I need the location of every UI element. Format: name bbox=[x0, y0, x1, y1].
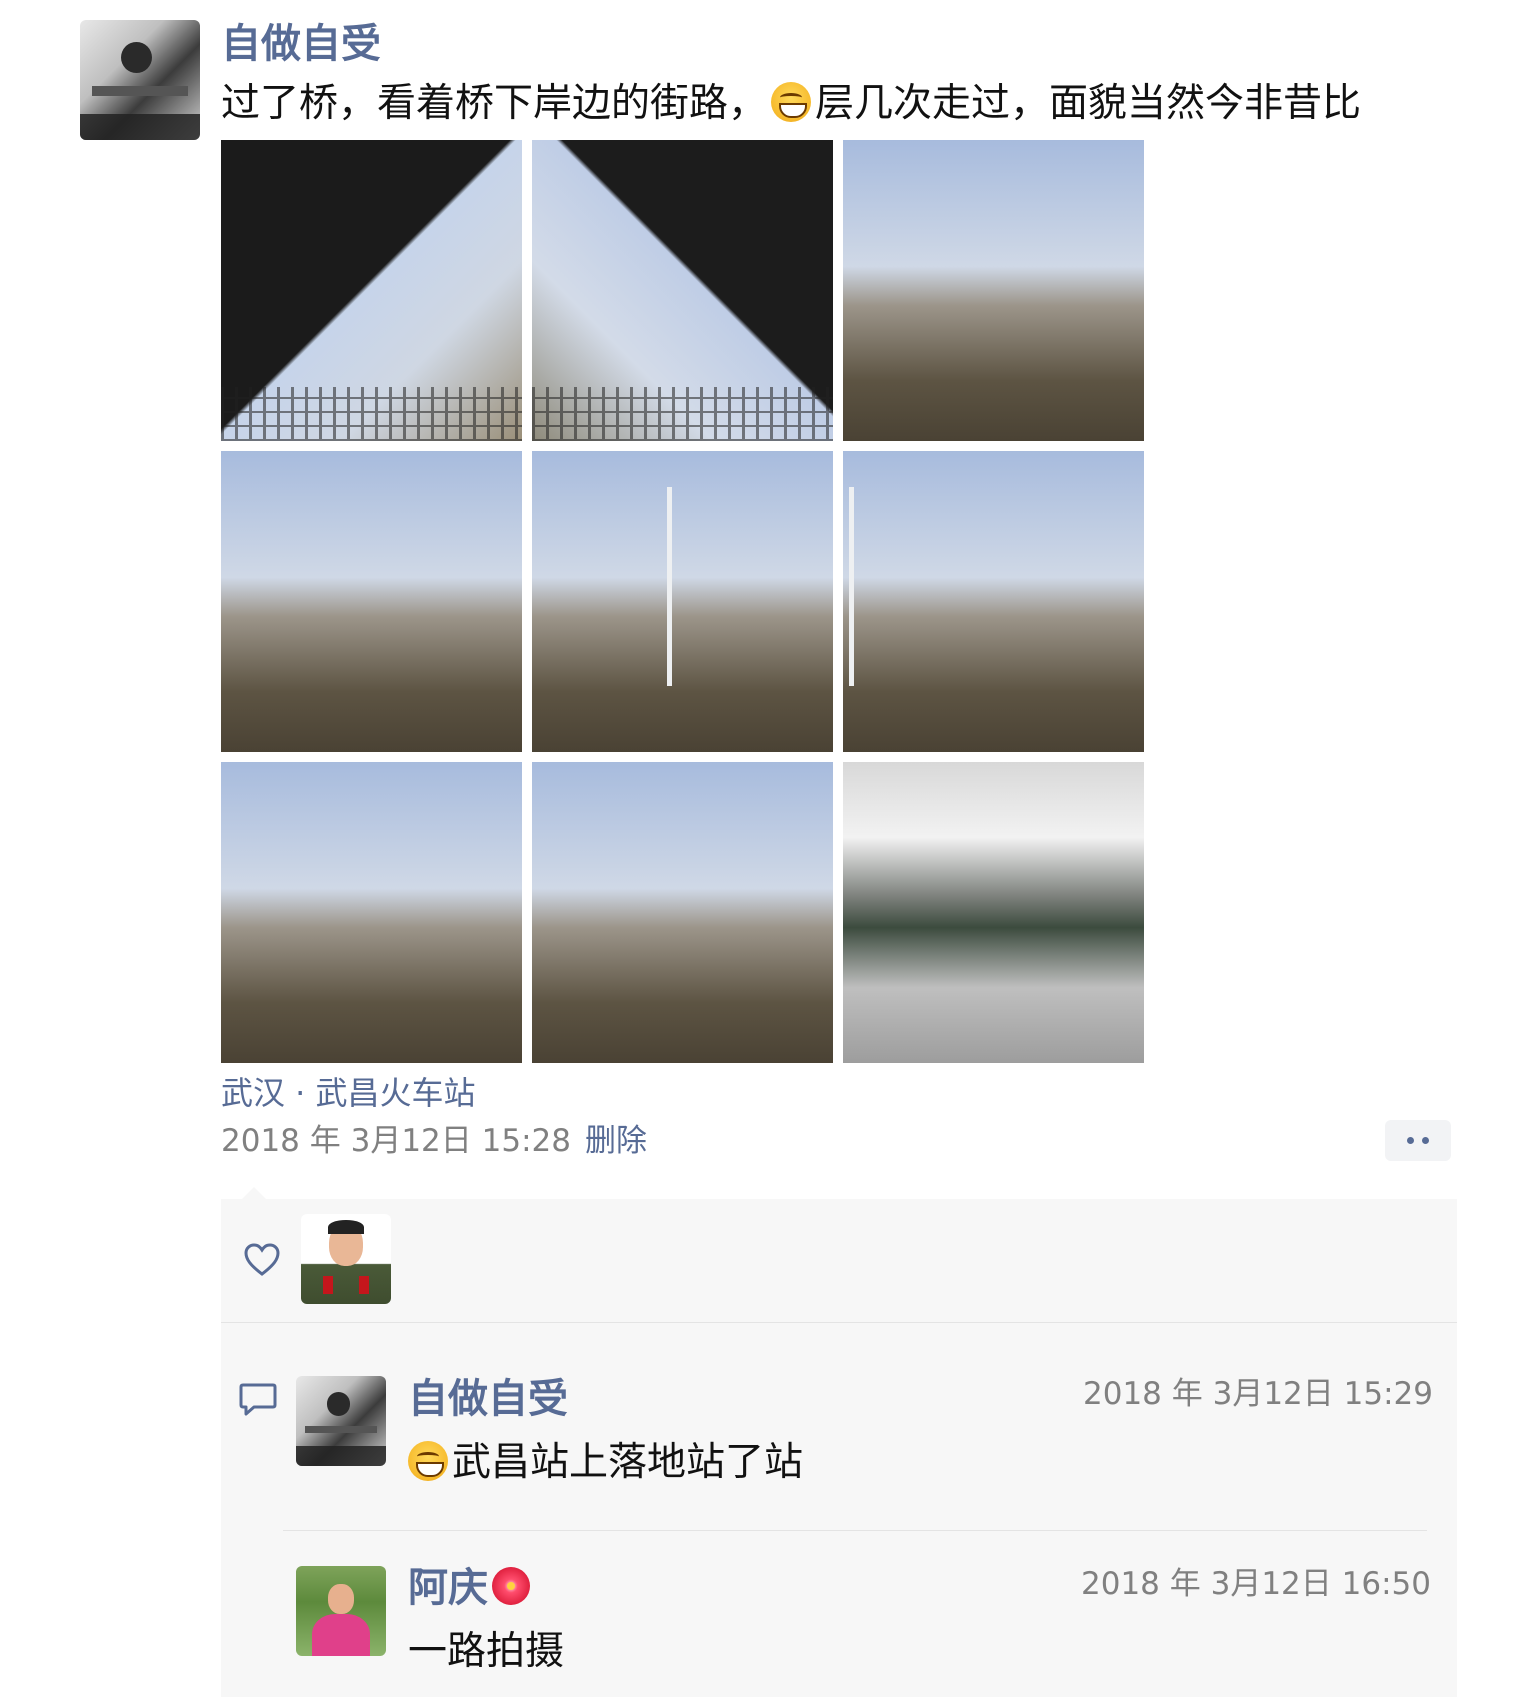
post-timestamp: 2018 年 3月12日 15:28 bbox=[221, 1123, 571, 1159]
photo-tower-trees-1[interactable] bbox=[532, 451, 833, 752]
photo-train-station-platform[interactable] bbox=[843, 762, 1144, 1063]
comment-author-name[interactable]: 阿庆 bbox=[408, 1564, 532, 1612]
grinning-face-emoji-icon bbox=[771, 82, 812, 122]
comment-text: 武昌站上落地站了站 bbox=[408, 1438, 803, 1488]
photo-tower-trees-2[interactable] bbox=[843, 451, 1144, 752]
hibiscus-emoji-icon bbox=[490, 1565, 532, 1607]
comment-timestamp: 2018 年 3月12日 16:50 bbox=[1081, 1566, 1431, 1602]
comment-divider bbox=[283, 1530, 1427, 1531]
heart-icon bbox=[244, 1243, 280, 1276]
photo-bridge-view-1[interactable] bbox=[221, 140, 522, 441]
comment-timestamp: 2018 年 3月12日 15:29 bbox=[1083, 1376, 1433, 1412]
comment-icon bbox=[239, 1383, 277, 1416]
post-text-part-1: 过了桥，看着桥下岸边的街路， bbox=[221, 81, 768, 126]
post-text-part-2: 层几次走过，面貌当然今非昔比 bbox=[815, 81, 1362, 126]
likes-divider bbox=[221, 1322, 1457, 1323]
photo-grid bbox=[221, 140, 1144, 1063]
comment-text: 一路拍摄 bbox=[408, 1629, 565, 1674]
post-location[interactable]: 武汉 · 武昌火车站 bbox=[221, 1073, 476, 1113]
more-actions-button[interactable] bbox=[1385, 1120, 1451, 1161]
more-dots-icon-2 bbox=[1422, 1137, 1429, 1144]
comment-author-name[interactable]: 自做自受 bbox=[408, 1375, 568, 1423]
comment-author-name-text: 阿庆 bbox=[408, 1565, 488, 1611]
commenter-avatar[interactable] bbox=[296, 1566, 386, 1656]
comment-panel-arrow bbox=[242, 1187, 266, 1199]
photo-city-trees-2[interactable] bbox=[532, 762, 833, 1063]
post-author-avatar[interactable] bbox=[80, 20, 200, 140]
photo-riverside-street-1[interactable] bbox=[843, 140, 1144, 441]
comment-text-content: 武昌站上落地站了站 bbox=[452, 1440, 804, 1485]
photo-city-trees-1[interactable] bbox=[221, 762, 522, 1063]
photo-riverside-street-2[interactable] bbox=[221, 451, 522, 752]
post-author-name[interactable]: 自做自受 bbox=[221, 20, 381, 68]
delete-button[interactable]: 删除 bbox=[585, 1121, 647, 1161]
liker-avatar[interactable] bbox=[301, 1214, 391, 1304]
photo-bridge-view-2[interactable] bbox=[532, 140, 833, 441]
grinning-face-emoji-icon bbox=[408, 1441, 448, 1481]
commenter-avatar[interactable] bbox=[296, 1376, 386, 1466]
more-dots-icon bbox=[1407, 1137, 1414, 1144]
post-text: 过了桥，看着桥下岸边的街路， 层几次走过，面貌当然今非昔比 bbox=[221, 78, 1361, 130]
comment-panel bbox=[221, 1199, 1457, 1697]
